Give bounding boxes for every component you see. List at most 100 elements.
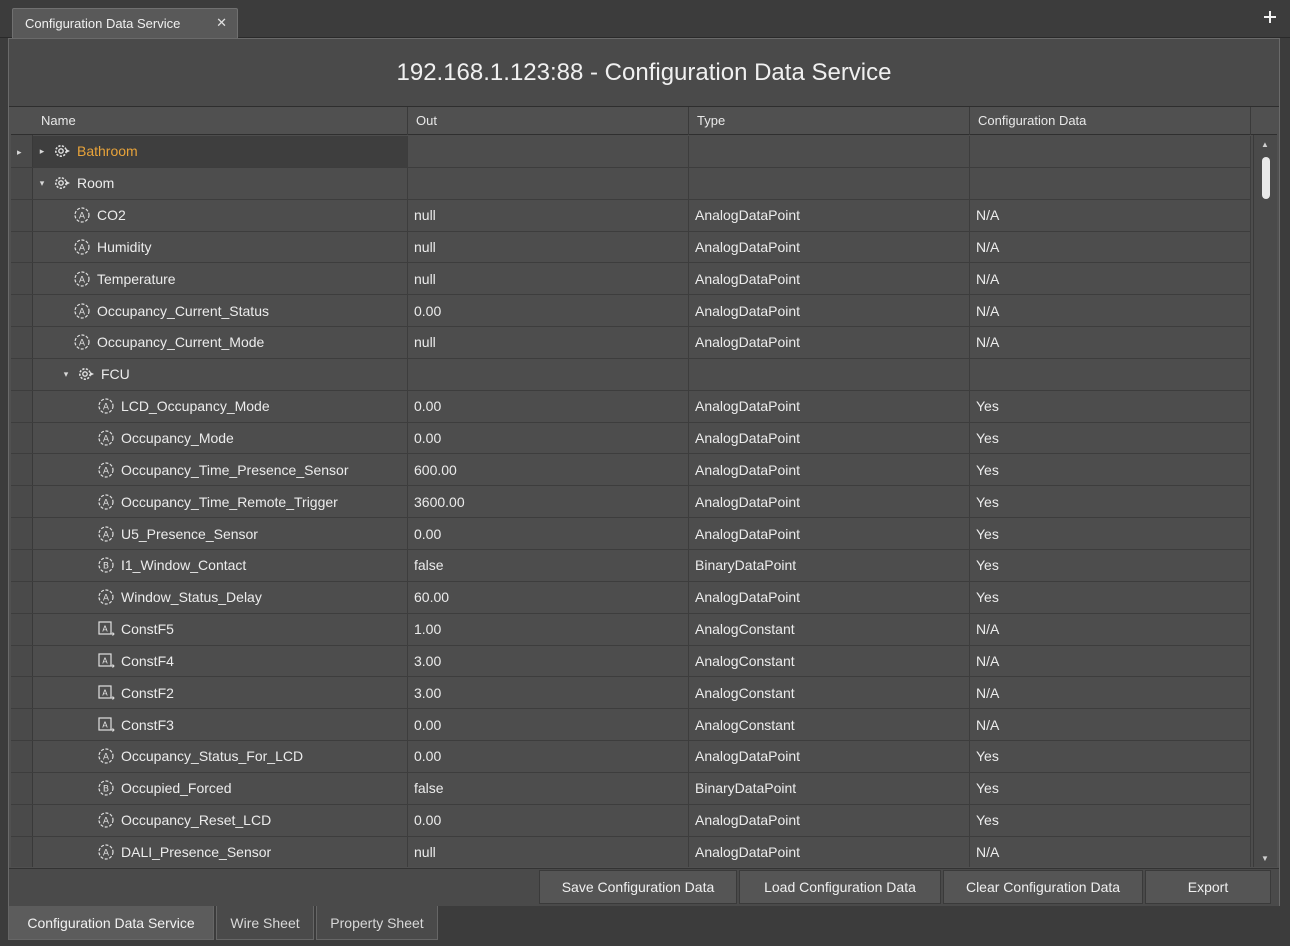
- name-cell[interactable]: A ConstF2: [33, 677, 408, 709]
- name-cell[interactable]: A CO2: [33, 199, 408, 231]
- name-cell[interactable]: A Occupancy_Mode: [33, 422, 408, 454]
- table-row[interactable]: A ConstF4 3.00 AnalogConstant N/A: [11, 645, 1251, 678]
- out-cell: null: [408, 231, 689, 263]
- expand-icon[interactable]: ▸: [37, 146, 47, 157]
- scroll-thumb[interactable]: [1262, 157, 1270, 199]
- table-row[interactable]: A Occupancy_Status_For_LCD 0.00 AnalogDataP…: [11, 741, 1251, 773]
- type-cell: BinaryDataPoint: [689, 772, 970, 804]
- svg-text:A: A: [79, 339, 86, 349]
- analog-point-icon: A: [73, 333, 91, 351]
- name-cell[interactable]: A Occupancy_Time_Remote_Trigger: [33, 486, 408, 518]
- row-name-label: ConstF5: [121, 621, 174, 638]
- analog-point-icon: A: [97, 843, 115, 861]
- scroll-down-icon[interactable]: ▼: [1261, 854, 1269, 863]
- svg-text:A: A: [103, 435, 110, 445]
- cfg-cell: N/A: [970, 645, 1251, 677]
- table-row[interactable]: A LCD_Occupancy_Mode 0.00 AnalogDataPoint Ye…: [11, 390, 1251, 423]
- type-cell: AnalogDataPoint: [689, 390, 970, 422]
- table-row[interactable]: A ConstF2 3.00 AnalogConstant N/A: [11, 677, 1251, 710]
- name-cell[interactable]: A Window_Status_Delay: [33, 581, 408, 613]
- cfg-cell: Yes: [970, 390, 1251, 422]
- analog-point-icon: A: [73, 206, 91, 224]
- collapse-icon[interactable]: ▾: [37, 178, 47, 189]
- name-cell[interactable]: A ConstF3: [33, 709, 408, 741]
- cfg-cell: Yes: [970, 581, 1251, 613]
- collapse-icon[interactable]: ▾: [61, 369, 71, 380]
- name-cell[interactable]: A Occupancy_Reset_LCD: [33, 804, 408, 836]
- save-configuration-button[interactable]: Save Configuration Data: [539, 870, 737, 904]
- table-row[interactable]: A ConstF3 0.00 AnalogConstant N/A: [11, 709, 1251, 742]
- table-row[interactable]: ▾ FCU: [11, 358, 1251, 391]
- column-header-out[interactable]: Out: [408, 107, 689, 135]
- out-cell: [408, 358, 689, 390]
- table-row[interactable]: A Temperature null AnalogDataPoint N/A: [11, 263, 1251, 296]
- table-row[interactable]: A Occupancy_Mode 0.00 AnalogDataPoint Yes: [11, 422, 1251, 455]
- name-cell[interactable]: A Occupancy_Current_Status: [33, 295, 408, 327]
- type-cell: AnalogDataPoint: [689, 581, 970, 613]
- column-header-configuration-data[interactable]: Configuration Data: [970, 107, 1251, 135]
- table-row[interactable]: A Humidity null AnalogDataPoint N/A: [11, 231, 1251, 264]
- type-cell: [689, 358, 970, 390]
- type-cell: AnalogDataPoint: [689, 836, 970, 867]
- data-grid: Name Out Type Configuration Data ▸ ▸ Bathr…: [11, 107, 1277, 867]
- tab-wire-sheet[interactable]: Wire Sheet: [216, 906, 314, 940]
- name-cell[interactable]: ▾ Room: [33, 167, 408, 199]
- table-row[interactable]: A Occupancy_Current_Mode null AnalogDataPoi…: [11, 327, 1251, 359]
- row-name-label: Occupancy_Current_Mode: [97, 334, 265, 351]
- vertical-scrollbar[interactable]: ▲ ▼: [1253, 135, 1277, 867]
- table-row[interactable]: A Occupancy_Reset_LCD 0.00 AnalogDataPoint Y…: [11, 804, 1251, 837]
- table-row[interactable]: ▸ ▸ Bathroom: [11, 136, 1251, 168]
- table-row[interactable]: A CO2 null AnalogDataPoint N/A: [11, 199, 1251, 232]
- name-cell[interactable]: A U5_Presence_Sensor: [33, 518, 408, 549]
- name-cell[interactable]: A Occupancy_Status_For_LCD: [33, 741, 408, 772]
- tab-configuration-data-service[interactable]: Configuration Data Service ✕: [12, 8, 238, 38]
- table-row[interactable]: A Occupancy_Time_Remote_Trigger 3600.00 Ana…: [11, 486, 1251, 519]
- analog-constant-icon: A: [97, 716, 115, 734]
- name-cell[interactable]: ▸ Bathroom: [33, 136, 408, 167]
- table-row[interactable]: ▾ Room: [11, 167, 1251, 200]
- name-cell[interactable]: A ConstF5: [33, 613, 408, 645]
- column-header-type[interactable]: Type: [689, 107, 970, 135]
- name-cell[interactable]: A LCD_Occupancy_Mode: [33, 390, 408, 422]
- table-row[interactable]: B Occupied_Forced false BinaryDataPoint Yes: [11, 772, 1251, 805]
- table-row[interactable]: A Occupancy_Current_Status 0.00 AnalogDataP…: [11, 295, 1251, 328]
- table-row[interactable]: A U5_Presence_Sensor 0.00 AnalogDataPoint Ye…: [11, 518, 1251, 550]
- export-button[interactable]: Export: [1145, 870, 1271, 904]
- cfg-cell: Yes: [970, 741, 1251, 772]
- out-cell: [408, 136, 689, 167]
- name-cell[interactable]: A DALI_Presence_Sensor: [33, 836, 408, 867]
- name-cell[interactable]: A Occupancy_Time_Presence_Sensor: [33, 454, 408, 486]
- table-row[interactable]: A Window_Status_Delay 60.00 AnalogDataPoint…: [11, 581, 1251, 614]
- type-cell: AnalogDataPoint: [689, 295, 970, 327]
- tab-configuration-data-service-view[interactable]: Configuration Data Service: [8, 906, 214, 940]
- name-cell[interactable]: B Occupied_Forced: [33, 772, 408, 804]
- tab-property-sheet[interactable]: Property Sheet: [316, 906, 438, 940]
- name-cell[interactable]: ▾ FCU: [33, 358, 408, 390]
- table-row[interactable]: A ConstF5 1.00 AnalogConstant N/A: [11, 613, 1251, 646]
- clear-configuration-button[interactable]: Clear Configuration Data: [943, 870, 1143, 904]
- table-row[interactable]: B I1_Window_Contact false BinaryDataPoint Ye…: [11, 549, 1251, 582]
- name-cell[interactable]: A Occupancy_Current_Mode: [33, 327, 408, 358]
- type-cell: AnalogDataPoint: [689, 454, 970, 486]
- close-icon[interactable]: ✕: [216, 15, 227, 31]
- name-cell[interactable]: A Humidity: [33, 231, 408, 263]
- out-cell: null: [408, 199, 689, 231]
- plus-icon[interactable]: [1264, 11, 1276, 23]
- row-name-label: Occupancy_Time_Presence_Sensor: [121, 461, 349, 478]
- out-cell: [408, 167, 689, 199]
- out-cell: false: [408, 549, 689, 581]
- name-cell[interactable]: B I1_Window_Contact: [33, 549, 408, 581]
- svg-text:A: A: [102, 625, 108, 634]
- table-row[interactable]: A Occupancy_Time_Presence_Sensor 600.00 Ana…: [11, 454, 1251, 487]
- cfg-cell: Yes: [970, 804, 1251, 836]
- table-row[interactable]: A DALI_Presence_Sensor null AnalogDataPoint…: [11, 836, 1251, 867]
- type-cell: AnalogConstant: [689, 709, 970, 741]
- name-cell[interactable]: A ConstF4: [33, 645, 408, 677]
- name-cell[interactable]: A Temperature: [33, 263, 408, 295]
- load-configuration-button[interactable]: Load Configuration Data: [739, 870, 941, 904]
- top-tab-bar: Configuration Data Service ✕: [0, 0, 1290, 38]
- scroll-up-icon[interactable]: ▲: [1261, 140, 1269, 149]
- type-cell: AnalogDataPoint: [689, 422, 970, 454]
- column-header-name[interactable]: Name: [33, 107, 408, 135]
- row-name-label: FCU: [101, 366, 130, 383]
